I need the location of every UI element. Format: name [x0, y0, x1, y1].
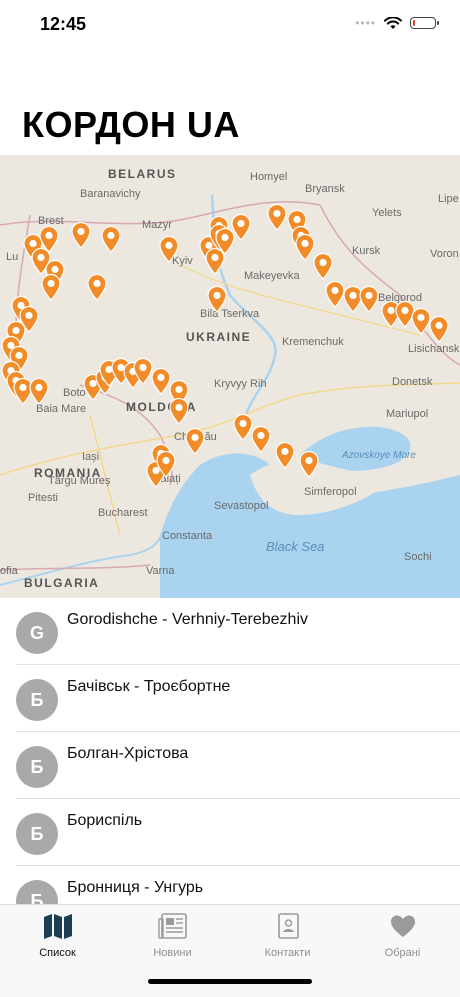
map-place-label: Lu [6, 251, 19, 263]
tab-news[interactable]: Новини [115, 913, 230, 959]
map-place-label: Mariupol [386, 408, 429, 420]
avatar: Б [16, 880, 58, 904]
map-pin-icon[interactable] [428, 315, 450, 343]
list-item[interactable]: G Gorodishche - Verhniy-Terebezhiv [0, 598, 460, 665]
battery-level [412, 19, 415, 26]
map-pin-icon[interactable] [206, 285, 228, 313]
map-place-label: BELARUS [108, 167, 177, 181]
avatar: Б [16, 679, 58, 721]
map-place-label: Bucharest [98, 507, 148, 519]
list-item[interactable]: Б Бориспіль [0, 799, 460, 866]
map-place-label: Kryvyy Rih [214, 378, 267, 390]
map-place-label: Black Sea [266, 539, 325, 554]
map-pin-icon[interactable] [266, 203, 288, 231]
contact-card-icon [277, 913, 299, 939]
list-item[interactable]: Б Болган-Хрістова [0, 732, 460, 799]
status-icons: •••• [355, 16, 439, 30]
map-pin-icon[interactable] [158, 235, 180, 263]
page-title: КОРДОН UA [22, 104, 240, 145]
crossing-name: Gorodishche - Verhniy-Terebezhiv [67, 611, 309, 628]
map-place-label: Azovskoye More [342, 450, 416, 461]
list-item[interactable]: Б Бронниця - Унгурь [0, 866, 460, 904]
map-pin-icon[interactable] [298, 450, 320, 478]
avatar: G [16, 612, 58, 654]
map-pin-icon[interactable] [40, 273, 62, 301]
avatar: Б [16, 746, 58, 788]
map-pin-icon[interactable] [168, 397, 190, 425]
tab-label: Новини [153, 947, 192, 959]
map-place-label: Lisichansk [408, 343, 460, 355]
map-pin-icon[interactable] [184, 427, 206, 455]
map-place-label: Constanta [162, 530, 213, 542]
map-pin-icon[interactable] [312, 252, 334, 280]
map-place-label: Kremenchuk [282, 336, 344, 348]
tab-favorites[interactable]: Обрані [345, 913, 460, 959]
map-place-label: Pitesti [28, 492, 58, 504]
status-time: 12:45 [40, 14, 87, 34]
map-place-label: BULGARIA [24, 576, 100, 590]
map-pin-icon[interactable] [155, 450, 177, 478]
map-place-label: Voron [430, 248, 459, 260]
crossing-name: Бориспіль [67, 812, 143, 829]
map-pin-icon[interactable] [70, 221, 92, 249]
tab-list[interactable]: Список [0, 913, 115, 959]
border-crossings-map[interactable]: BELARUS Baranavichy Bryansk Brest Mazyr Homye… [0, 155, 460, 598]
tab-label: Контакти [264, 947, 311, 959]
crossing-name: Бачівськ - Троєбортне [67, 678, 231, 695]
wifi-icon [384, 16, 402, 29]
heart-icon [390, 915, 415, 937]
map-place-label: Homyel [250, 171, 288, 183]
crossing-name: Бронниця - Унгурь [67, 879, 204, 896]
battery-icon [410, 17, 439, 29]
map-pin-icon[interactable] [358, 285, 380, 313]
map-place-label: Donetsk [392, 376, 433, 388]
tab-label: Список [39, 947, 76, 959]
map-place-label: Simferopol [304, 486, 357, 498]
map-place-label: UKRAINE [186, 330, 252, 344]
crossings-list[interactable]: G Gorodishche - Verhniy-Terebezhiv Б Бачівс… [0, 598, 460, 904]
signal-dots-icon: •••• [355, 16, 376, 30]
status-bar: 12:45 •••• [0, 0, 460, 50]
map-place-label: Yelets [372, 207, 402, 219]
avatar: Б [16, 813, 58, 855]
map-place-label: Sevastopol [214, 500, 269, 512]
home-indicator [148, 979, 312, 984]
map-place-label: Kursk [352, 245, 381, 257]
map-place-label: ROMANIA [34, 466, 102, 480]
map-place-label: Mazyr [142, 219, 172, 231]
list-item[interactable]: Б Бачівськ - Троєбортне [0, 665, 460, 732]
map-icon [43, 914, 72, 939]
map-pin-icon[interactable] [214, 227, 236, 255]
tab-label: Обрані [384, 947, 421, 959]
map-place-label: Sochi [404, 551, 432, 563]
map-pin-icon[interactable] [86, 273, 108, 301]
map-place-label: Bryansk [305, 183, 345, 195]
crossing-name: Болган-Хрістова [67, 745, 189, 762]
map-place-label: Varna [146, 565, 175, 577]
map-pin-icon[interactable] [100, 225, 122, 253]
tab-contacts[interactable]: Контакти [230, 913, 345, 959]
map-place-label: Lipe [438, 193, 459, 205]
map-pin-icon[interactable] [274, 441, 296, 469]
map-place-label: ofia [0, 565, 18, 577]
map-pin-icon[interactable] [28, 377, 50, 405]
map-place-label: Makeyevka [244, 270, 300, 282]
newspaper-icon [157, 913, 187, 939]
map-pin-icon[interactable] [250, 425, 272, 453]
map-place-label: Baranavichy [80, 188, 141, 200]
map-place-label: Iași [82, 451, 100, 463]
